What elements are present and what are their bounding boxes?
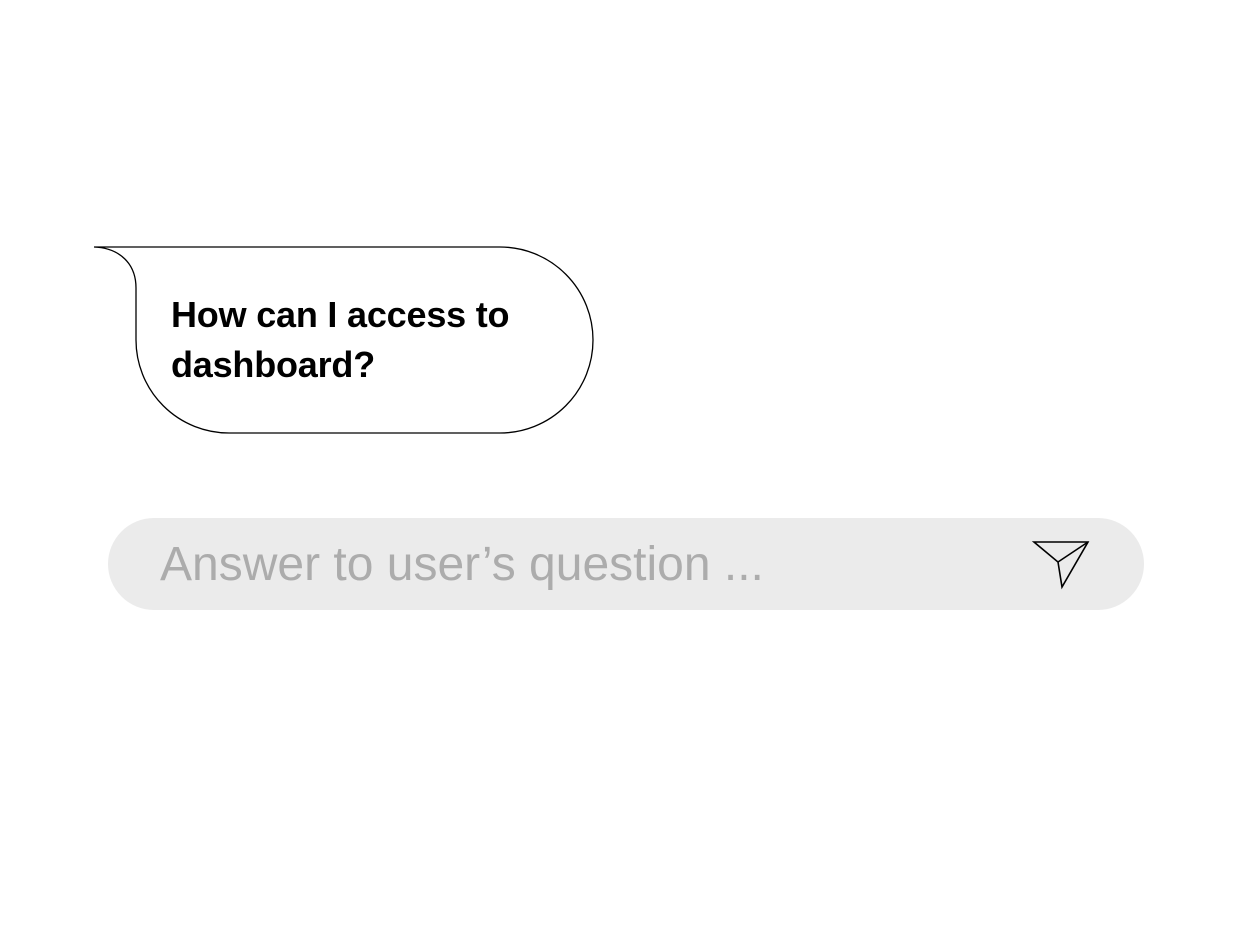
incoming-message-bubble: How can I access to dashboard?: [92, 246, 595, 435]
chat-area: How can I access to dashboard?: [0, 0, 1250, 938]
paper-plane-icon: [1031, 541, 1090, 590]
send-button[interactable]: [1026, 534, 1092, 594]
message-text: How can I access to dashboard?: [171, 294, 510, 385]
reply-composer: [108, 518, 1144, 610]
answer-input[interactable]: [160, 530, 1000, 598]
